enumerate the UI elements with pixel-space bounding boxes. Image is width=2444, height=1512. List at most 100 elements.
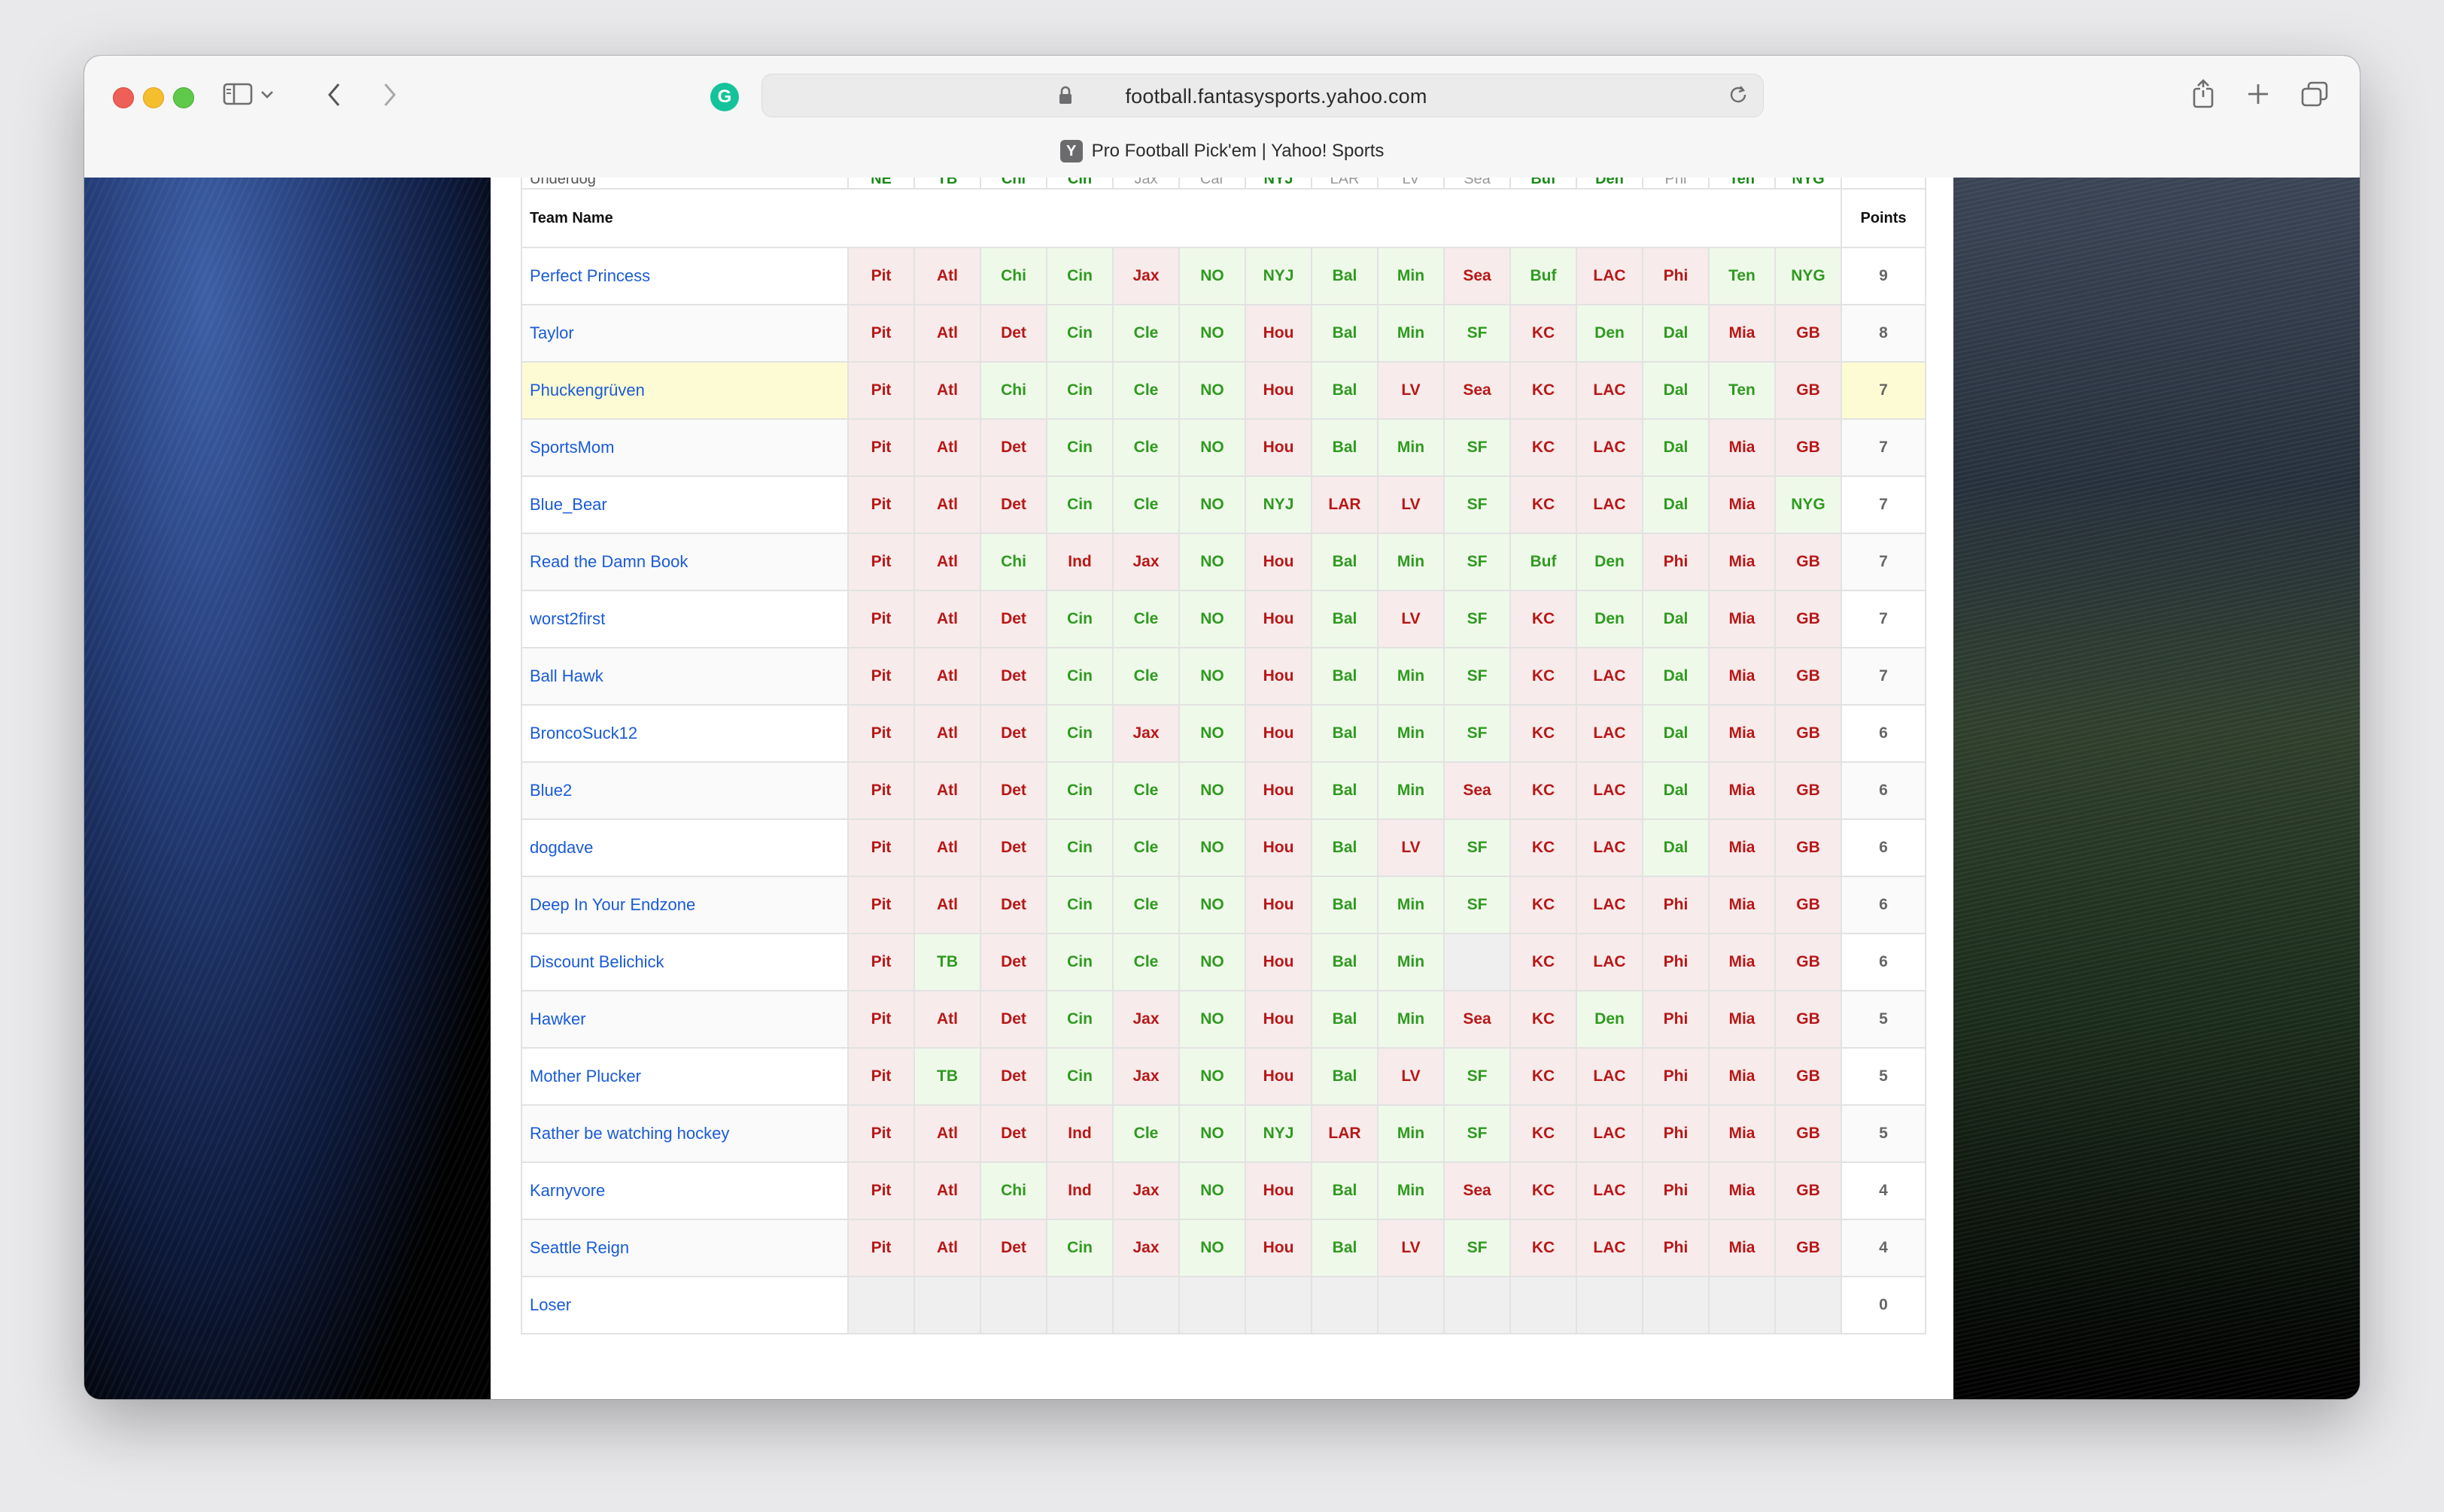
- minimize-window-button[interactable]: [143, 87, 164, 108]
- pick-cell: NO: [1178, 1047, 1246, 1106]
- team-name-link[interactable]: Rather be watching hockey: [521, 1104, 849, 1163]
- pick-cell: KC: [1509, 818, 1577, 877]
- pick-cell: Mia: [1708, 533, 1776, 591]
- underdog-cell: TB: [913, 178, 981, 190]
- close-window-button[interactable]: [113, 87, 134, 108]
- pick-cell: KC: [1509, 933, 1577, 991]
- reload-icon[interactable]: [1727, 83, 1749, 106]
- points-cell: 6: [1841, 818, 1926, 877]
- pick-cell: Den: [1576, 590, 1643, 648]
- table-row: Blue2 Pit Atl Det Cin Cle NO Hou Bal Min Sea KC LAC D…: [521, 761, 1926, 820]
- team-name-link[interactable]: BroncoSuck12: [521, 704, 849, 763]
- underdog-cell: NYG: [1774, 178, 1842, 190]
- team-name-link[interactable]: Hawker: [521, 990, 849, 1049]
- pick-cell: Min: [1377, 1104, 1445, 1163]
- pick-cell: Atl: [913, 361, 981, 420]
- points-cell: 8: [1841, 304, 1926, 363]
- team-name-link[interactable]: Loser: [521, 1276, 849, 1334]
- chevron-down-icon[interactable]: [260, 90, 274, 99]
- team-name-link[interactable]: Discount Belichick: [521, 933, 849, 991]
- pick-cell: Hou: [1245, 990, 1312, 1049]
- team-name-link[interactable]: SportsMom: [521, 418, 849, 477]
- pick-cell: Pit: [847, 590, 915, 648]
- pick-cell: Cin: [1046, 1047, 1114, 1106]
- pick-cell: Pit: [847, 533, 915, 591]
- pick-cell: NYJ: [1245, 1104, 1312, 1163]
- team-name-link[interactable]: Phuckengrüven: [521, 361, 849, 420]
- team-name-link[interactable]: worst2first: [521, 590, 849, 648]
- pick-cell: NO: [1178, 647, 1246, 706]
- pick-cell: Phi: [1642, 1219, 1710, 1277]
- team-name-link[interactable]: Karnyvore: [521, 1161, 849, 1220]
- pick-cell: GB: [1774, 704, 1842, 763]
- pick-cell: Pit: [847, 818, 915, 877]
- pick-cell: NO: [1178, 933, 1246, 991]
- pick-cell: Den: [1576, 990, 1643, 1049]
- pick-cell: Pit: [847, 1219, 915, 1277]
- picks-table: Underdog NE TB Chi Cin Jax Car NYJ LAR LV Sea Buf De…: [521, 178, 1926, 1334]
- team-name-link[interactable]: Deep In Your Endzone: [521, 876, 849, 934]
- pick-cell: [1046, 1276, 1114, 1334]
- pick-cell: Det: [980, 1104, 1047, 1163]
- pick-cell: Det: [980, 818, 1047, 877]
- tab-overview-icon[interactable]: [2301, 81, 2328, 107]
- pick-cell: Bal: [1311, 761, 1379, 820]
- pick-cell: LV: [1377, 475, 1445, 534]
- tab-title-bar[interactable]: Y Pro Football Pick'em | Yahoo! Sports: [84, 140, 2360, 176]
- forward-icon[interactable]: [382, 83, 397, 107]
- pick-cell: GB: [1774, 990, 1842, 1049]
- pick-cell: Mia: [1708, 1104, 1776, 1163]
- back-icon[interactable]: [327, 83, 342, 107]
- underdog-cell: Buf: [1509, 178, 1577, 190]
- underdog-cell: NYJ: [1245, 178, 1312, 190]
- sidebar-icon[interactable]: [223, 83, 253, 105]
- pick-cell: KC: [1509, 361, 1577, 420]
- team-name-header: Team Name: [521, 188, 1842, 248]
- pick-cell: Jax: [1112, 247, 1180, 305]
- pick-cell: Phi: [1642, 1047, 1710, 1106]
- pick-cell: [1311, 1276, 1379, 1334]
- pick-cell: Pit: [847, 1047, 915, 1106]
- pick-cell: Phi: [1642, 990, 1710, 1049]
- address-bar-url[interactable]: football.fantasysports.yahoo.com: [762, 85, 1763, 108]
- pick-cell: Den: [1576, 304, 1643, 363]
- pick-cell: NYJ: [1245, 475, 1312, 534]
- pick-cell: LAC: [1576, 1161, 1643, 1220]
- pick-cell: Buf: [1509, 533, 1577, 591]
- team-name-link[interactable]: Perfect Princess: [521, 247, 849, 305]
- table-row: Seattle Reign Pit Atl Det Cin Jax NO Hou Bal LV SF…: [521, 1219, 1926, 1277]
- pick-cell: GB: [1774, 304, 1842, 363]
- tab-title: Pro Football Pick'em | Yahoo! Sports: [1091, 141, 1385, 161]
- address-bar[interactable]: football.fantasysports.yahoo.com: [761, 74, 1764, 117]
- team-name-link[interactable]: Seattle Reign: [521, 1219, 849, 1277]
- pick-cell: KC: [1509, 1047, 1577, 1106]
- share-icon[interactable]: [2191, 78, 2215, 108]
- pick-cell: SF: [1443, 818, 1511, 877]
- table-row: Taylor Pit Atl Det Cin Cle NO Hou Bal Min SF KC Den D…: [521, 304, 1926, 363]
- team-name-link[interactable]: Blue2: [521, 761, 849, 820]
- pick-cell: Hou: [1245, 304, 1312, 363]
- pick-cell: Mia: [1708, 704, 1776, 763]
- pick-cell: [847, 1276, 915, 1334]
- pick-cell: Dal: [1642, 304, 1710, 363]
- pick-cell: Mia: [1708, 876, 1776, 934]
- grammarly-extension-icon[interactable]: G: [710, 83, 739, 111]
- pick-cell: Pit: [847, 1104, 915, 1163]
- team-name-link[interactable]: Mother Plucker: [521, 1047, 849, 1106]
- points-cell: 7: [1841, 418, 1926, 477]
- team-name-link[interactable]: Blue_Bear: [521, 475, 849, 534]
- pick-cell: Cin: [1046, 704, 1114, 763]
- team-name-link[interactable]: Read the Damn Book: [521, 533, 849, 591]
- points-cell: 4: [1841, 1161, 1926, 1220]
- team-name-link[interactable]: Ball Hawk: [521, 647, 849, 706]
- pick-cell: LV: [1377, 361, 1445, 420]
- pick-cell: Det: [980, 876, 1047, 934]
- points-cell: 7: [1841, 361, 1926, 420]
- team-name-link[interactable]: dogdave: [521, 818, 849, 877]
- pick-cell: Bal: [1311, 247, 1379, 305]
- team-name-link[interactable]: Taylor: [521, 304, 849, 363]
- underdog-cell: Jax: [1112, 178, 1180, 190]
- zoom-window-button[interactable]: [173, 87, 194, 108]
- new-tab-icon[interactable]: [2247, 83, 2269, 105]
- browser-window: G football.fantasysports.yahoo.com Y Pro …: [84, 56, 2360, 1399]
